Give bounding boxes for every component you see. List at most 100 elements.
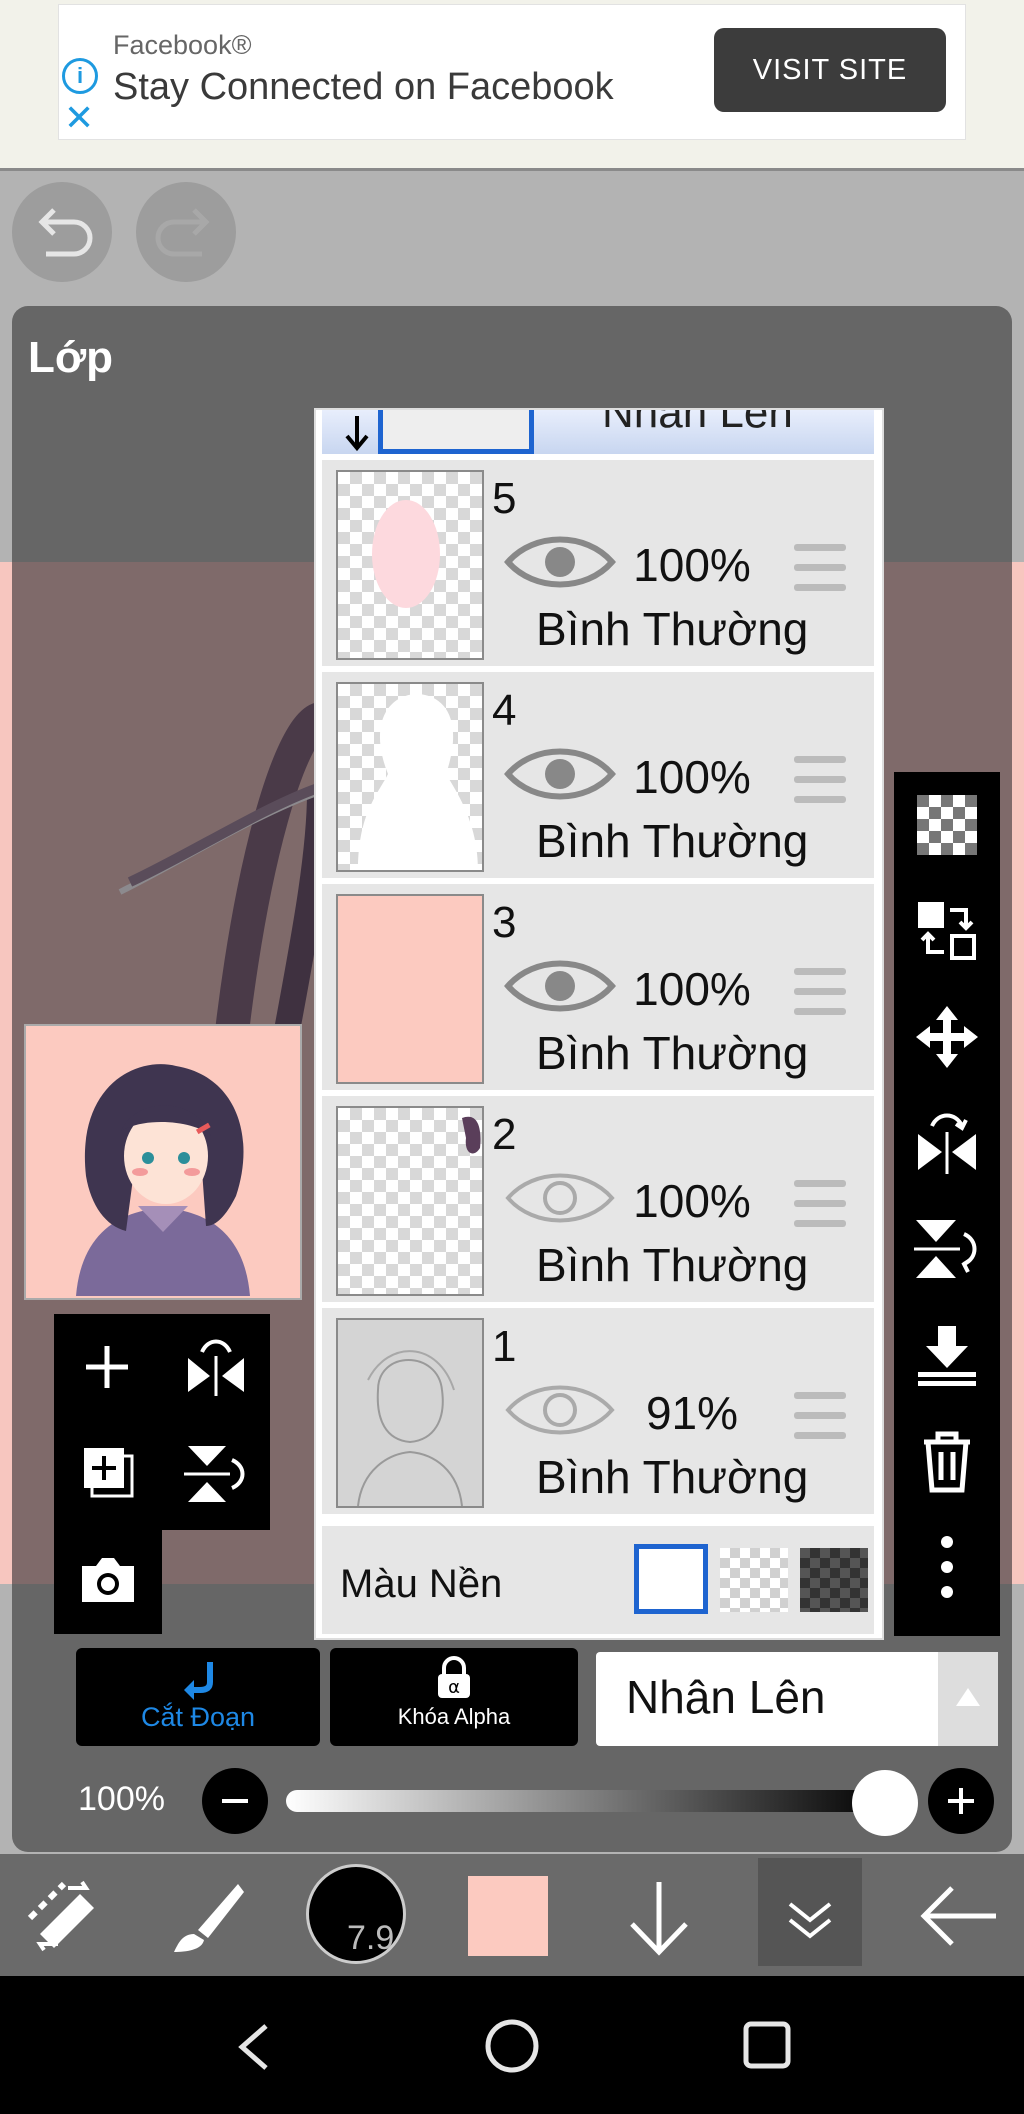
alpha-lock-label: Khóa Alpha xyxy=(397,1704,511,1729)
layer-blend-mode: Bình Thường xyxy=(536,815,809,867)
clipping-icon xyxy=(184,1662,213,1700)
layer-list[interactable]: Nhân Lên 5 100% Bình Thường 4 100% Bình … xyxy=(314,408,884,1640)
ad-headline: Stay Connected on Facebook xyxy=(113,66,614,108)
blend-mode-value: Nhân Lên xyxy=(626,1671,826,1723)
background-color-label: Màu Nền xyxy=(340,1562,503,1606)
more-options-icon[interactable] xyxy=(914,1534,980,1600)
ad-brand: Facebook® xyxy=(113,30,252,60)
bottom-toolbar: 7.9 xyxy=(0,1854,1024,1976)
add-layer-icon[interactable] xyxy=(82,1342,132,1392)
plus-icon xyxy=(948,1788,974,1814)
collapse-button[interactable] xyxy=(758,1858,862,1966)
camera-tool xyxy=(54,1530,162,1634)
layer-thumbnail xyxy=(336,1106,484,1296)
canvas-edge xyxy=(1012,562,1024,1584)
layer-opacity: 100% xyxy=(633,963,751,1015)
character-preview-image xyxy=(76,1064,250,1296)
add-layer-tools xyxy=(54,1314,270,1530)
layer-row-partial[interactable]: Nhân Lên xyxy=(322,410,874,454)
bg-dark-swatch[interactable] xyxy=(800,1548,868,1612)
swap-layer-icon[interactable] xyxy=(914,898,980,964)
blend-mode-dropdown[interactable] xyxy=(938,1652,998,1746)
opacity-increase-button[interactable] xyxy=(928,1768,994,1834)
layer-thumbnail xyxy=(336,682,484,872)
flip-vertical-icon[interactable] xyxy=(914,1216,980,1282)
drag-handle-icon[interactable] xyxy=(794,968,846,1018)
bg-transparent-swatch[interactable] xyxy=(720,1548,788,1612)
back-arrow-icon[interactable] xyxy=(918,1884,1000,1948)
redo-icon xyxy=(155,208,210,257)
brush-icon[interactable] xyxy=(168,1878,248,1958)
color-swatch-button[interactable] xyxy=(468,1876,548,1956)
camera-icon[interactable] xyxy=(78,1554,138,1606)
drag-handle-icon[interactable] xyxy=(794,756,846,806)
layer-opacity: 100% xyxy=(633,1175,751,1227)
visit-site-button[interactable]: VISIT SITE xyxy=(714,28,946,112)
panel-title: Lớp xyxy=(28,333,114,382)
layer-row-1[interactable]: 1 91% Bình Thường xyxy=(322,1308,874,1517)
bg-white-swatch[interactable] xyxy=(634,1544,708,1614)
eye-icon[interactable] xyxy=(504,534,616,590)
layer-blend-mode: Bình Thường xyxy=(536,1239,809,1291)
opacity-decrease-button[interactable] xyxy=(202,1768,268,1834)
canvas-edge xyxy=(0,562,12,1584)
canvas-preview[interactable] xyxy=(24,1024,302,1300)
brush-size-button[interactable]: 7.9 xyxy=(306,1864,406,1964)
merge-down-icon[interactable] xyxy=(914,1322,980,1388)
nav-recents-icon[interactable] xyxy=(742,2020,792,2070)
layer-blend-mode: Bình Thường xyxy=(536,1451,809,1503)
transform-tool-icon[interactable] xyxy=(24,1878,100,1954)
clipping-label: Cắt Đoạn xyxy=(140,1702,256,1732)
layer-blend-mode: Bình Thường xyxy=(536,1027,809,1079)
arrow-down-icon[interactable] xyxy=(624,1878,694,1958)
layer-row-5[interactable]: 5 100% Bình Thường xyxy=(322,460,874,669)
eye-hidden-icon[interactable] xyxy=(504,1170,616,1226)
brush-size-value: 7.9 xyxy=(347,1919,395,1957)
opacity-slider[interactable] xyxy=(286,1790,890,1812)
layer-thumbnail xyxy=(336,470,484,660)
layer-row-4[interactable]: 4 100% Bình Thường xyxy=(322,672,874,881)
nav-home-icon[interactable] xyxy=(484,2018,540,2074)
layer-thumbnail xyxy=(336,894,484,1084)
layer-thumbnail xyxy=(378,410,534,454)
layer-tools-toolbar xyxy=(894,772,1000,1636)
eye-icon[interactable] xyxy=(504,958,616,1014)
close-icon[interactable]: ✕ xyxy=(64,100,94,136)
copy-layer-icon[interactable] xyxy=(80,1444,136,1500)
redo-button[interactable] xyxy=(136,182,236,282)
eye-icon[interactable] xyxy=(504,746,616,802)
flip-horizontal-icon[interactable] xyxy=(914,1110,980,1176)
layer-number: 2 xyxy=(492,1110,517,1159)
triangle-up-icon xyxy=(956,1688,980,1706)
transparency-icon[interactable] xyxy=(914,792,980,858)
layer-row-3[interactable]: 3 100% Bình Thường xyxy=(322,884,874,1093)
flip-horizontal-icon[interactable] xyxy=(184,1336,248,1396)
trash-icon[interactable] xyxy=(914,1428,980,1494)
clipping-button[interactable]: Cắt Đoạn xyxy=(76,1648,320,1746)
svg-text:α: α xyxy=(448,1677,460,1698)
layer-thumbnail xyxy=(336,1318,484,1508)
drag-handle-icon[interactable] xyxy=(794,544,846,594)
layer-number: 5 xyxy=(492,474,517,523)
layer-number: 4 xyxy=(492,686,517,735)
alpha-lock-button[interactable]: α Khóa Alpha xyxy=(330,1648,578,1746)
nav-back-icon[interactable] xyxy=(234,2022,274,2072)
system-nav-bar xyxy=(0,1976,1024,2114)
drag-handle-icon[interactable] xyxy=(794,1392,846,1442)
layer-blend-mode: Nhân Lên xyxy=(602,410,793,437)
info-icon[interactable]: i xyxy=(62,58,98,94)
layer-blend-mode: Bình Thường xyxy=(536,603,809,655)
eye-hidden-icon[interactable] xyxy=(504,1382,616,1438)
double-chevron-down-icon xyxy=(788,1902,832,1939)
minus-icon xyxy=(222,1799,248,1803)
move-icon[interactable] xyxy=(914,1004,980,1070)
undo-button[interactable] xyxy=(12,182,112,282)
layer-opacity: 100% xyxy=(633,751,751,803)
layer-row-2[interactable]: 2 100% Bình Thường xyxy=(322,1096,874,1305)
flip-vertical-icon[interactable] xyxy=(184,1442,248,1506)
undo-icon xyxy=(38,208,93,257)
opacity-slider-handle[interactable] xyxy=(852,1770,918,1836)
arrow-down-icon xyxy=(345,416,369,452)
layer-number: 1 xyxy=(492,1322,517,1371)
drag-handle-icon[interactable] xyxy=(794,1180,846,1230)
